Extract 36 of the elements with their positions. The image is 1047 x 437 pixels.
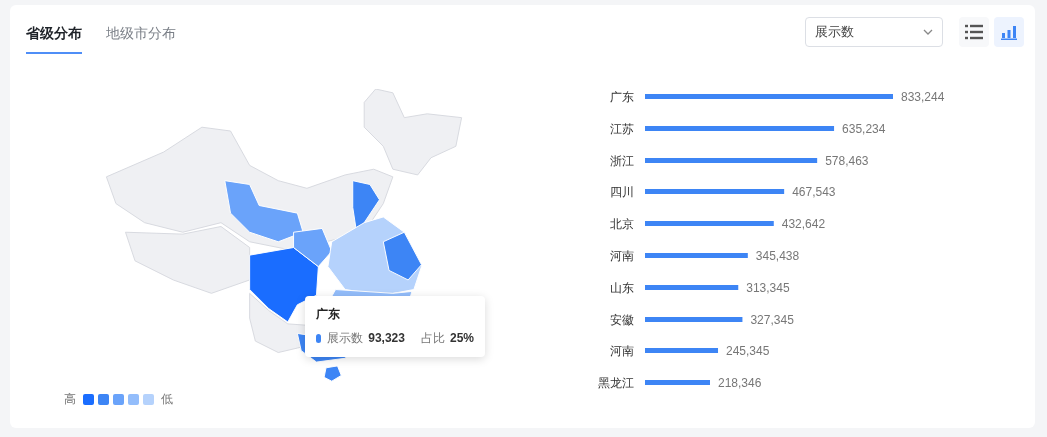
tab[interactable]: 地级市分布 (106, 19, 176, 54)
bar-value-label: 467,543 (792, 185, 836, 200)
bar-value-label: 313,345 (746, 280, 790, 295)
bar-chart-icon (1000, 24, 1018, 40)
bar-label: 浙江 (609, 152, 634, 170)
chart-view-button[interactable] (994, 17, 1024, 47)
legend-low-label: 低 (161, 391, 173, 408)
bar-value-label: 218,346 (718, 376, 762, 391)
bar-value-label: 833,244 (901, 90, 945, 104)
bar-label: 广东 (609, 89, 634, 106)
list-icon (965, 24, 983, 40)
chevron-down-icon (923, 29, 933, 35)
list-view-button[interactable] (959, 17, 989, 47)
series-value: 93,323 (368, 330, 405, 346)
bar (645, 380, 710, 386)
bar-label: 安徽 (609, 311, 634, 329)
bar-value-label: 635,234 (842, 121, 886, 136)
bar-label: 黑龙江 (597, 375, 634, 393)
legend-high-label: 高 (64, 391, 76, 408)
bar-label: 北京 (609, 216, 634, 234)
metric-dropdown[interactable]: 展示数 (805, 17, 943, 47)
tab[interactable]: 省级分布 (26, 19, 82, 54)
bar-value-label: 432,642 (781, 217, 826, 232)
bar-label: 山东 (609, 279, 634, 297)
share-value: 25% (449, 330, 474, 346)
bar-value-label: 245,345 (726, 344, 770, 359)
bar-label: 四川 (609, 184, 634, 202)
bar-value-label: 578,463 (825, 153, 869, 168)
bar-label: 河南 (609, 343, 634, 361)
share-label: 占比 (420, 330, 445, 346)
bar-label: 江苏 (609, 120, 634, 138)
series-label: 展示数 (327, 330, 364, 346)
tooltip-title: 广东 (316, 306, 341, 322)
bar-label: 河南 (609, 248, 634, 265)
bar-value-label: 327,345 (750, 312, 794, 327)
bar-value-label: 345,438 (755, 249, 800, 263)
